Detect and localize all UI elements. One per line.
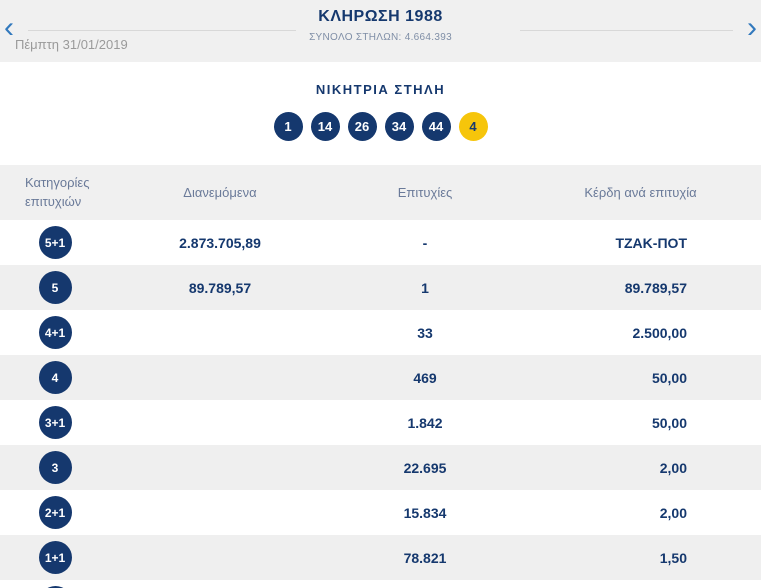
winning-column-title: ΝΙΚΗΤΡΙΑ ΣΤΗΛΗ — [315, 82, 446, 97]
wins-cell: - — [422, 234, 428, 251]
category-cell: 5 — [0, 271, 110, 304]
category-cell: 3+1 — [0, 406, 110, 439]
category-cell: 1+1 — [0, 541, 110, 574]
table-row: 3 22.695 2,00 — [0, 445, 761, 490]
winning-number-ball: 26 — [347, 112, 377, 141]
prize-cell: 89.789,57 — [624, 279, 687, 296]
prize-cell: 50,00 — [651, 369, 687, 386]
column-header-distributed: Διανεμόμενα — [183, 185, 257, 200]
category-ball: 4 — [38, 361, 72, 394]
category-cell: 2+1 — [0, 496, 110, 529]
prize-cell: 2.500,00 — [632, 324, 688, 341]
prize-cell: 2,00 — [659, 504, 687, 521]
category-ball: 4+1 — [38, 316, 72, 349]
winning-column-section: ΝΙΚΗΤΡΙΑ ΣΤΗΛΗ 1 14 26 34 44 4 — [0, 62, 761, 165]
header-divider-left — [28, 30, 296, 31]
wins-cell: 1.842 — [407, 414, 443, 431]
next-draw-button[interactable]: › — [743, 10, 761, 46]
category-cell: 5+1 — [0, 226, 110, 259]
table-row: 4+1 33 2.500,00 — [0, 310, 761, 355]
prize-cell: ΤΖΑΚ-ΠΟΤ — [615, 234, 687, 251]
winning-number-ball: 1 — [273, 112, 303, 141]
category-cell: 3 — [0, 451, 110, 484]
draw-header: ‹ Πέμπτη 31/01/2019 ΚΛΗΡΩΣΗ 1988 ΣΥΝΟΛΟ … — [0, 0, 761, 62]
wins-cell: 15.834 — [403, 504, 447, 521]
category-cell: 4 — [0, 361, 110, 394]
table-row: 5+1 2.873.705,89 - ΤΖΑΚ-ΠΟΤ — [0, 220, 761, 265]
wins-cell: 469 — [413, 369, 437, 386]
wins-cell: 78.821 — [403, 549, 447, 566]
category-cell: 4+1 — [0, 316, 110, 349]
category-ball: 2+1 — [38, 496, 72, 529]
prize-cell: 2,00 — [659, 459, 687, 476]
table-row: 1+1 78.821 1,50 — [0, 535, 761, 580]
distributed-cell: 2.873.705,89 — [179, 234, 261, 251]
column-header-prize: Κέρδη ανά επιτυχία — [584, 185, 697, 200]
table-row: 4 469 50,00 — [0, 355, 761, 400]
table-row: 5 89.789,57 1 89.789,57 — [0, 265, 761, 310]
wins-cell: 1 — [421, 279, 429, 296]
table-row: 2+1 15.834 2,00 — [0, 490, 761, 535]
total-columns-label: ΣΥΝΟΛΟ ΣΤΗΛΩΝ: — [309, 32, 402, 43]
winning-number-ball: 14 — [310, 112, 340, 141]
draw-date: Πέμπτη 31/01/2019 — [15, 37, 128, 52]
winning-number-ball: 34 — [384, 112, 414, 141]
results-table-body: 5+1 2.873.705,89 - ΤΖΑΚ-ΠΟΤ 5 89.789,57 1 89.78… — [0, 220, 761, 588]
wins-cell: 33 — [417, 324, 433, 341]
winning-numbers: 1 14 26 34 44 4 — [0, 112, 761, 141]
draw-title: ΚΛΗΡΩΣΗ 1988 — [318, 8, 443, 25]
winning-number-ball: 44 — [421, 112, 451, 141]
joker-draw-results-page: ‹ Πέμπτη 31/01/2019 ΚΛΗΡΩΣΗ 1988 ΣΥΝΟΛΟ … — [0, 0, 761, 588]
distributed-cell: 89.789,57 — [188, 279, 252, 296]
category-ball: 5+1 — [38, 226, 72, 259]
table-row: 3+1 1.842 50,00 — [0, 400, 761, 445]
total-columns-value: 4.664.393 — [404, 32, 452, 43]
wins-cell: 22.695 — [403, 459, 447, 476]
results-table-header: Κατηγορίες επιτυχιών Διανεμόμενα Επιτυχί… — [0, 165, 761, 220]
column-header-categories: Κατηγορίες επιτυχιών — [25, 175, 90, 209]
joker-number-ball: 4 — [458, 112, 488, 141]
column-header-wins: Επιτυχίες — [397, 185, 453, 200]
table-row-partial — [0, 580, 761, 588]
draw-title-block: ΚΛΗΡΩΣΗ 1988 ΣΥΝΟΛΟ ΣΤΗΛΩΝ: 4.664.393 — [309, 8, 452, 43]
prize-cell: 50,00 — [651, 414, 687, 431]
header-divider-right — [520, 30, 733, 31]
draw-subtitle: ΣΥΝΟΛΟ ΣΤΗΛΩΝ: 4.664.393 — [309, 32, 452, 43]
category-ball: 5 — [38, 271, 72, 304]
prize-cell: 1,50 — [659, 549, 687, 566]
category-ball: 1+1 — [38, 541, 72, 574]
category-ball: 3+1 — [38, 406, 72, 439]
category-ball: 3 — [38, 451, 72, 484]
results-table: Κατηγορίες επιτυχιών Διανεμόμενα Επιτυχί… — [0, 165, 761, 588]
